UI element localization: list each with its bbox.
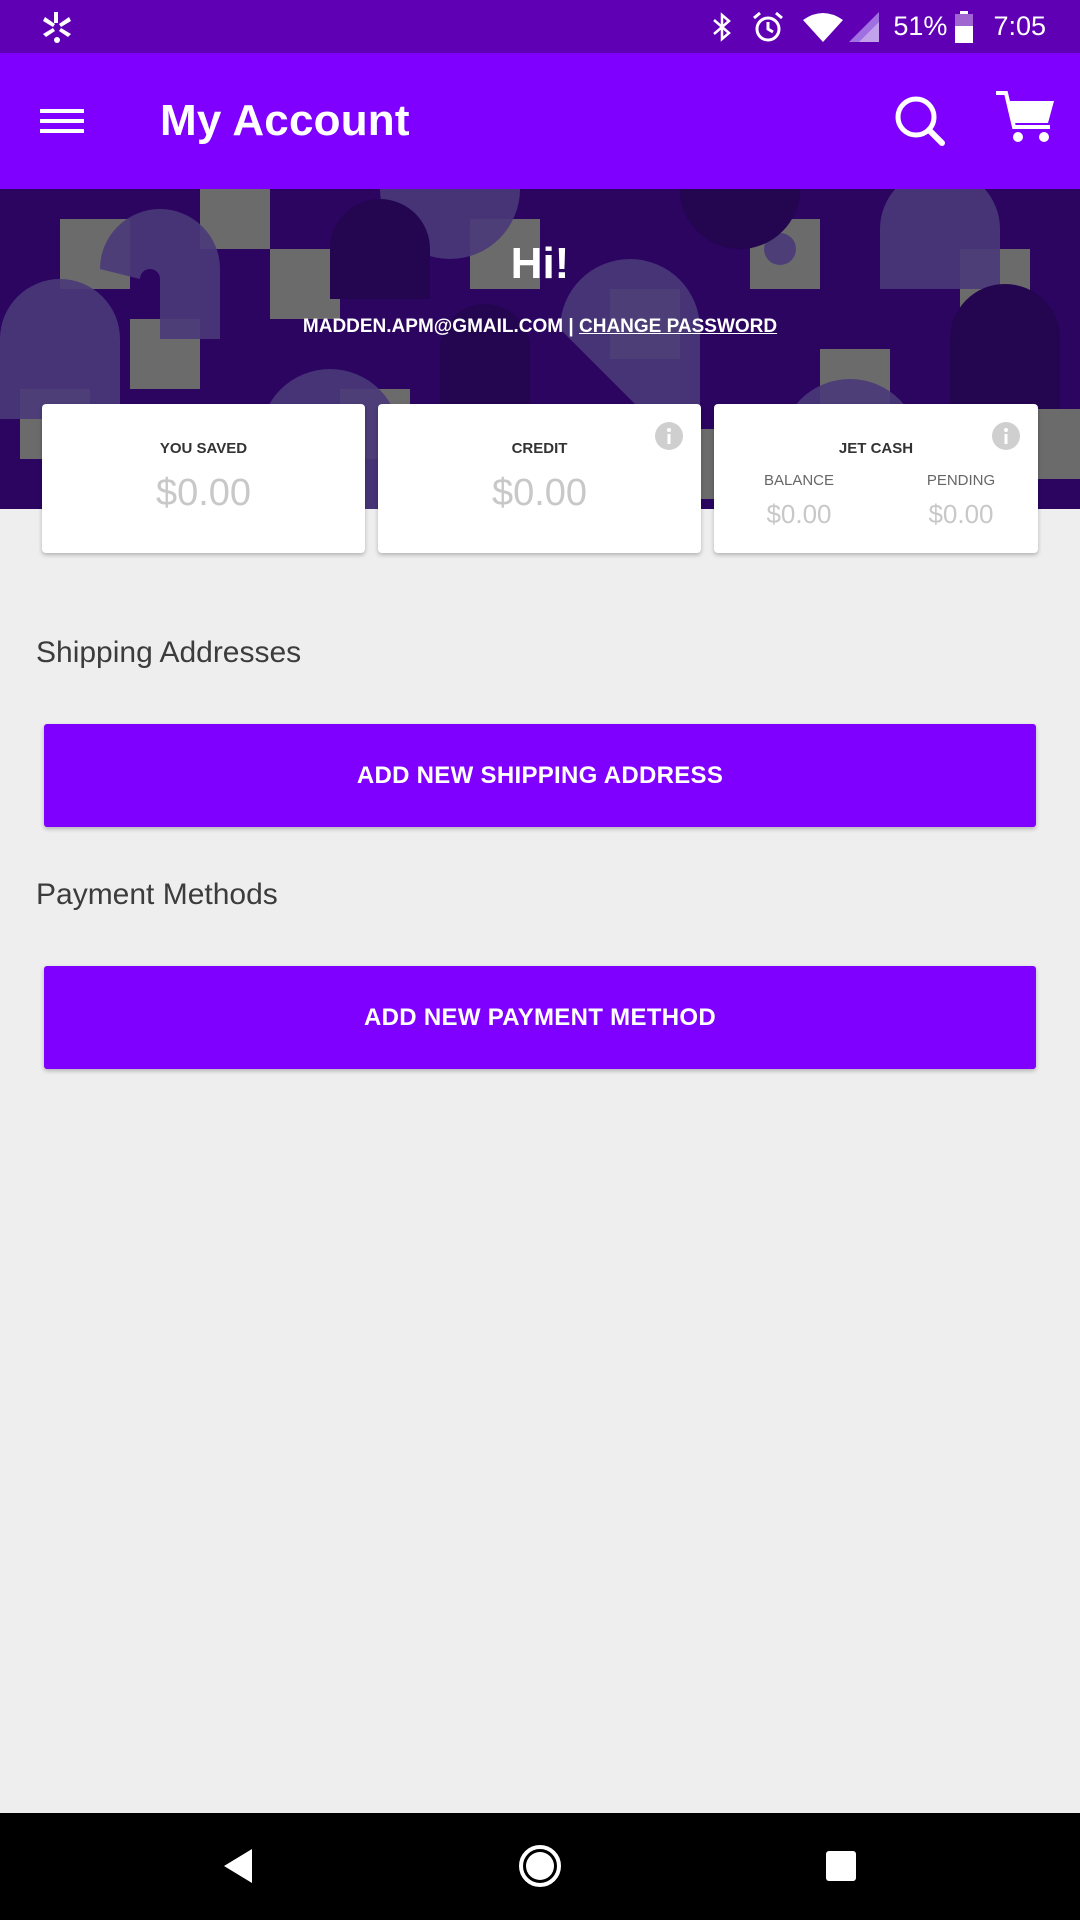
credit-value: $0.00 [491, 472, 588, 514]
menu-icon[interactable] [40, 97, 84, 145]
cart-icon[interactable] [996, 85, 1056, 149]
clock: 7:05 [993, 11, 1046, 41]
bluetooth-icon [713, 11, 732, 42]
you-saved-value: $0.00 [155, 472, 252, 514]
add-payment-method-button[interactable]: ADD NEW PAYMENT METHOD [44, 966, 1036, 1069]
status-icons: 51% 7:05 [711, 0, 1046, 53]
battery-icon [955, 10, 974, 43]
pending-label: PENDING [926, 472, 996, 489]
page-title: My Account [160, 96, 410, 145]
you-saved-title: YOU SAVED [159, 440, 248, 457]
search-icon[interactable] [892, 89, 948, 153]
shipping-addresses-heading: Shipping Addresses [36, 636, 302, 669]
credit-card: CREDIT $0.00 [378, 404, 701, 553]
back-icon[interactable] [212, 1841, 262, 1891]
yelp-icon [43, 12, 71, 43]
pending-value: $0.00 [928, 499, 994, 529]
home-icon[interactable] [515, 1841, 565, 1891]
recents-icon[interactable] [816, 1841, 866, 1891]
you-saved-card: YOU SAVED $0.00 [42, 404, 365, 553]
jet-cash-pending: PENDING $0.00 [891, 472, 1031, 530]
jet-cash-title: JET CASH [838, 440, 914, 457]
change-password-link[interactable]: CHANGE PASSWORD [579, 316, 777, 337]
balance-label: BALANCE [763, 472, 835, 489]
signal-icon [849, 11, 880, 42]
battery-percent: 51% [893, 11, 948, 41]
app-bar: My Account [0, 53, 1080, 189]
system-nav-bar [0, 1813, 1080, 1920]
alarm-icon [753, 11, 784, 41]
greeting: Hi! [510, 239, 570, 288]
payment-methods-heading: Payment Methods [36, 878, 278, 911]
credit-title: CREDIT [511, 440, 568, 457]
jet-cash-balance: BALANCE $0.00 [729, 472, 869, 530]
balance-value: $0.00 [766, 499, 832, 529]
separator: | [563, 316, 579, 337]
account-email: MADDEN.APM@GMAIL.COM [302, 316, 564, 337]
jet-cash-card: JET CASH BALANCE $0.00 PENDING $0.00 [714, 404, 1038, 553]
wifi-icon [803, 12, 844, 42]
add-shipping-address-button[interactable]: ADD NEW SHIPPING ADDRESS [44, 724, 1036, 827]
account-email-line: MADDEN.APM@GMAIL.COM | CHANGE PASSWORD [0, 316, 1080, 338]
status-bar: 51% 7:05 [0, 0, 1080, 53]
